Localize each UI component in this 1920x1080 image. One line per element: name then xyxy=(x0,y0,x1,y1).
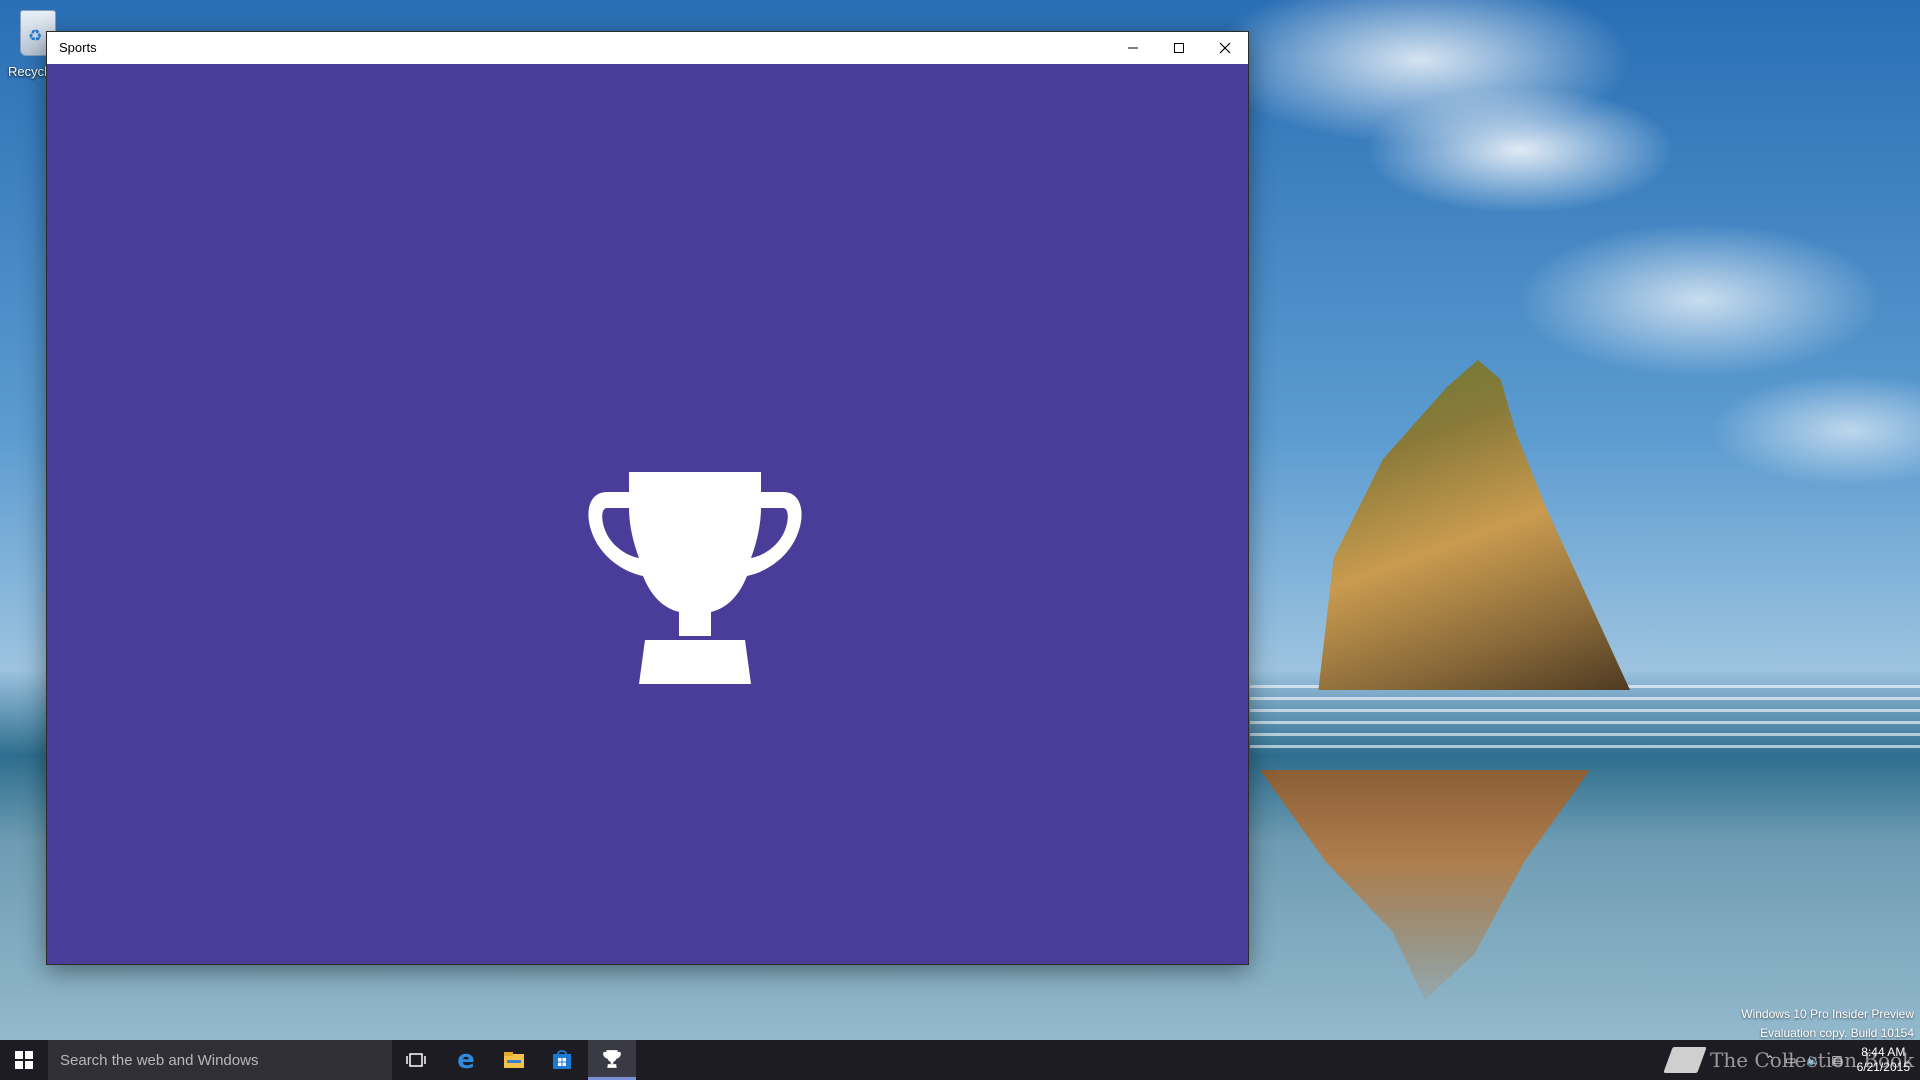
windows-logo-icon xyxy=(15,1051,33,1069)
volume-icon[interactable]: 🔈 xyxy=(1806,1053,1821,1067)
tray-icons: ⌃ ▭ 🔈 ▤ xyxy=(1765,1053,1843,1067)
network-icon[interactable]: ▭ xyxy=(1785,1053,1796,1067)
trophy-icon xyxy=(603,1049,621,1068)
taskbar-clock[interactable]: 8:44 AM 6/21/2015 xyxy=(1857,1045,1910,1075)
folder-icon xyxy=(504,1052,524,1068)
task-view-icon xyxy=(406,1053,426,1067)
minimize-button[interactable] xyxy=(1110,32,1156,64)
maximize-icon xyxy=(1174,43,1184,53)
file-explorer-button[interactable] xyxy=(490,1040,538,1080)
action-center-icon[interactable]: ▤ xyxy=(1831,1053,1842,1067)
taskbar-search-box[interactable]: Search the web and Windows xyxy=(48,1040,392,1080)
trophy-icon xyxy=(588,472,802,684)
clock-date: 6/21/2015 xyxy=(1856,1060,1910,1074)
splash-screen xyxy=(47,64,1248,964)
close-icon xyxy=(1219,42,1231,54)
recycle-symbol-icon: ♻ xyxy=(28,28,43,45)
taskbar: Search the web and Windows e The Collect… xyxy=(0,1040,1920,1080)
sports-taskbar-button[interactable] xyxy=(588,1040,636,1080)
edge-button[interactable]: e xyxy=(442,1040,490,1080)
window-title: Sports xyxy=(59,40,97,55)
search-placeholder: Search the web and Windows xyxy=(60,1051,259,1069)
build-watermark: Windows 10 Pro Insider Preview Evaluatio… xyxy=(1741,1005,1914,1043)
wallpaper-surf xyxy=(1250,685,1920,755)
close-button[interactable] xyxy=(1202,32,1248,64)
edge-icon: e xyxy=(457,1045,475,1075)
clock-time: 8:44 AM xyxy=(1861,1045,1906,1059)
start-button[interactable] xyxy=(0,1040,48,1080)
task-view-button[interactable] xyxy=(392,1040,440,1080)
watermark-line-1: Windows 10 Pro Insider Preview xyxy=(1741,1007,1914,1021)
sports-app-window: Sports xyxy=(47,32,1248,964)
minimize-icon xyxy=(1128,47,1138,49)
maximize-button[interactable] xyxy=(1156,32,1202,64)
system-tray: ⌃ ▭ 🔈 ▤ 8:44 AM 6/21/2015 xyxy=(1765,1040,1920,1080)
book-logo-icon xyxy=(1663,1047,1707,1073)
chevron-up-icon[interactable]: ⌃ xyxy=(1765,1053,1775,1067)
store-icon xyxy=(553,1050,571,1069)
title-bar[interactable]: Sports xyxy=(47,32,1248,64)
store-button[interactable] xyxy=(538,1040,586,1080)
